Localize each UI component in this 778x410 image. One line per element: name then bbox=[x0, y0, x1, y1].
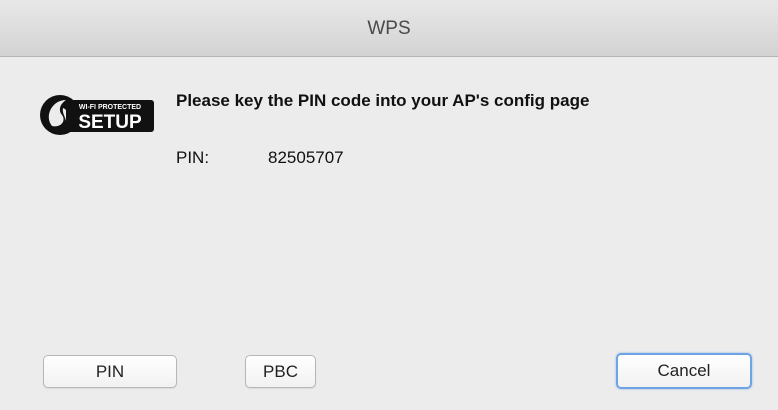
pin-button[interactable]: PIN bbox=[43, 355, 177, 388]
cancel-button[interactable]: Cancel bbox=[616, 353, 752, 389]
wps-logo-icon: WI-FI PROTECTED SETUP bbox=[40, 95, 154, 135]
wps-dialog: WPS WI-FI PROTECTED SETUP Please key the… bbox=[0, 0, 778, 410]
instruction-text: Please key the PIN code into your AP's c… bbox=[176, 91, 590, 110]
pin-label: PIN: bbox=[176, 148, 210, 167]
logo-big-text: SETUP bbox=[78, 112, 142, 133]
pin-value: 82505707 bbox=[268, 148, 344, 167]
window-title: WPS bbox=[367, 18, 411, 39]
pbc-button[interactable]: PBC bbox=[245, 355, 316, 388]
logo-small-text: WI-FI PROTECTED bbox=[79, 104, 141, 111]
title-bar[interactable]: WPS bbox=[0, 0, 778, 57]
